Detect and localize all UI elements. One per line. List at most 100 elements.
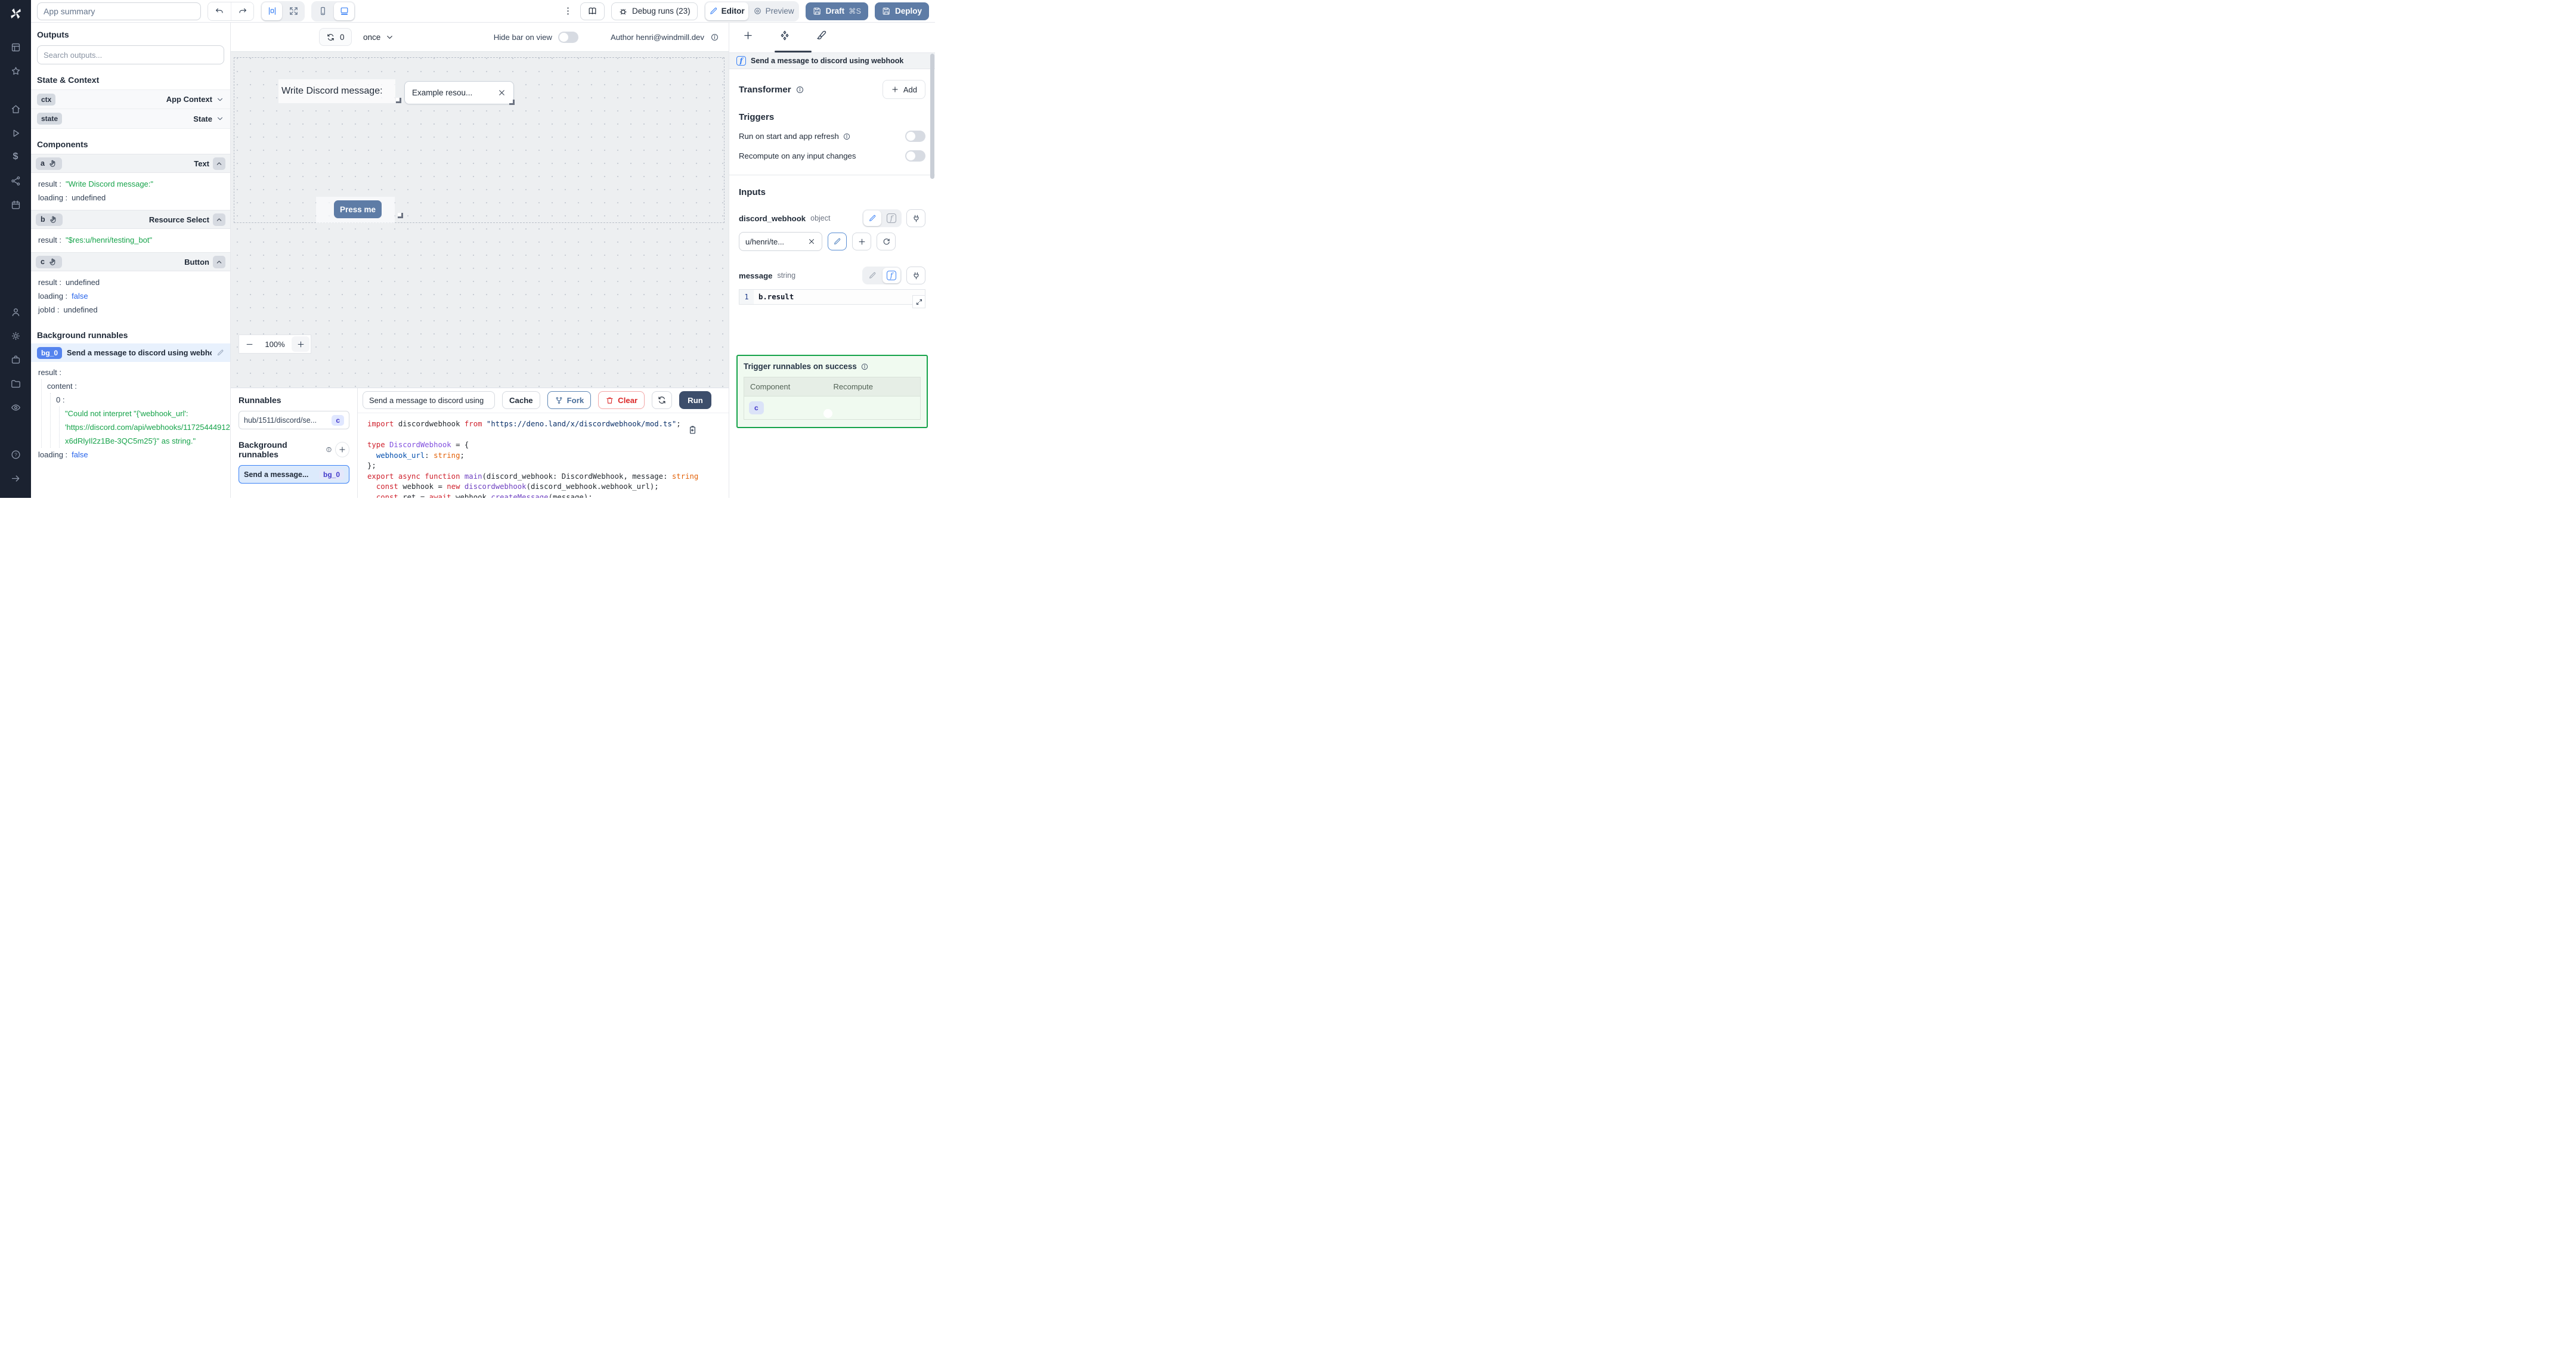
prop-key[interactable]: result [38, 275, 61, 289]
insert-component-tab[interactable] [729, 30, 766, 41]
deploy-button[interactable]: Deploy [874, 2, 929, 20]
info-icon[interactable] [843, 132, 851, 141]
run-button[interactable]: Run [679, 391, 711, 409]
prop-key[interactable]: loading [38, 289, 67, 303]
apps-icon[interactable] [5, 37, 26, 57]
info-icon[interactable] [795, 85, 804, 94]
prop-key[interactable]: result [38, 233, 61, 247]
prop-key[interactable]: result [38, 177, 61, 191]
add-transformer-button[interactable]: Add [882, 80, 925, 99]
code-editor[interactable]: import discordwebhook from "https://deno… [358, 413, 729, 498]
folders-icon[interactable] [5, 373, 26, 394]
hide-bar-toggle[interactable] [558, 31, 578, 43]
clear-x-icon[interactable] [497, 88, 506, 97]
windmill-logo-icon[interactable] [8, 6, 23, 21]
workers-icon[interactable] [5, 349, 26, 370]
fork-button[interactable]: Fork [547, 391, 592, 409]
fullscreen-layout-button[interactable] [283, 2, 304, 20]
search-outputs-input[interactable] [37, 45, 224, 64]
text-component[interactable]: Write Discord message: [278, 79, 401, 103]
prop-key[interactable]: loading [38, 191, 67, 205]
debug-runs-button[interactable]: Debug runs (23) [611, 2, 698, 20]
variables-icon[interactable]: $ [5, 147, 26, 167]
resources-icon[interactable] [5, 171, 26, 191]
prop-key[interactable]: content [47, 379, 77, 393]
component-header-a[interactable]: a Text [31, 154, 230, 173]
resize-handle[interactable] [398, 213, 403, 218]
component-header-b[interactable]: b Resource Select [31, 210, 230, 229]
collapse-arrow-icon[interactable] [5, 468, 26, 488]
app-canvas[interactable]: Write Discord message: Example resou... … [231, 51, 729, 388]
zoom-out-button[interactable] [240, 336, 258, 352]
undo-button[interactable] [208, 2, 231, 20]
zoom-in-button[interactable] [292, 336, 309, 352]
redo-button[interactable] [231, 2, 253, 20]
message-expression-editor[interactable]: 1 b.result [739, 289, 925, 308]
collapse-chevron-up-icon[interactable] [213, 255, 225, 268]
resize-handle[interactable] [509, 100, 515, 105]
pencil-icon[interactable] [216, 349, 224, 357]
center-layout-button[interactable] [262, 2, 282, 20]
run-on-start-toggle[interactable] [905, 131, 925, 142]
settings-gear-icon[interactable] [5, 326, 26, 346]
draft-save-button[interactable]: Draft ⌘S [805, 2, 868, 20]
clear-x-icon[interactable] [807, 237, 816, 246]
eval-mode-button[interactable]: f [883, 268, 900, 283]
resource-select-component[interactable]: Example resou... [404, 81, 515, 105]
info-icon[interactable] [326, 446, 332, 453]
runnable-item-c[interactable]: hub/1511/discord/se... c [239, 411, 349, 429]
background-runnable-row-bg0[interactable]: bg_0 Send a message to discord using web… [31, 343, 230, 362]
runnable-name-input[interactable]: Send a message to discord using [363, 391, 495, 409]
output-row-state[interactable]: state State [31, 109, 230, 129]
eval-mode-button[interactable]: f [883, 210, 900, 226]
schedules-icon[interactable] [5, 194, 26, 215]
users-icon[interactable] [5, 302, 26, 322]
home-icon[interactable] [5, 99, 26, 119]
press-me-button[interactable]: Press me [334, 200, 382, 218]
schedule-mode-select[interactable]: once [363, 28, 394, 46]
reload-resource-button[interactable] [877, 233, 896, 250]
prop-key[interactable]: 0 [56, 393, 64, 407]
prop-key[interactable]: jobId [38, 303, 59, 317]
resource-value-select[interactable]: u/henri/te... [739, 232, 822, 251]
desktop-view-button[interactable] [334, 2, 354, 20]
more-options-kebab-icon[interactable] [562, 2, 574, 20]
refresh-count-button[interactable]: 0 [319, 28, 352, 46]
cache-button[interactable]: Cache [502, 391, 540, 409]
scrollbar-thumb[interactable] [930, 54, 934, 179]
clear-button[interactable]: Clear [598, 391, 645, 409]
expand-editor-button[interactable] [912, 295, 925, 308]
info-icon[interactable] [860, 363, 869, 371]
output-row-ctx[interactable]: ctx App Context [31, 89, 230, 109]
favorites-star-icon[interactable] [5, 61, 26, 81]
static-mode-button[interactable] [863, 268, 881, 283]
edit-resource-button[interactable] [828, 233, 847, 250]
prop-key[interactable]: result [38, 366, 61, 379]
app-summary-input[interactable] [37, 2, 201, 20]
help-icon[interactable]: ? [5, 444, 26, 464]
collapse-chevron-up-icon[interactable] [213, 213, 225, 226]
add-resource-button[interactable] [852, 233, 871, 250]
background-runnable-item-bg0[interactable]: Send a message... bg_0 [239, 465, 349, 484]
mobile-view-button[interactable] [312, 2, 333, 20]
refresh-run-button[interactable] [652, 391, 673, 409]
copy-clipboard-icon[interactable] [688, 425, 698, 435]
styling-tab[interactable] [803, 30, 840, 41]
connect-plug-button[interactable] [906, 267, 925, 284]
audit-logs-eye-icon[interactable] [5, 397, 26, 417]
component-header-c[interactable]: c Button [31, 252, 230, 271]
preview-tab[interactable]: Preview [750, 2, 798, 20]
static-mode-button[interactable] [863, 210, 881, 226]
add-background-runnable-button[interactable] [335, 442, 349, 457]
docs-book-button[interactable] [580, 2, 605, 20]
collapse-chevron-up-icon[interactable] [213, 157, 225, 170]
editor-tab[interactable]: Editor [705, 2, 748, 20]
runs-icon[interactable] [5, 123, 26, 143]
component-settings-tab[interactable] [766, 30, 803, 42]
resize-handle[interactable] [396, 98, 401, 103]
prop-key[interactable]: loading [38, 448, 67, 462]
chevron-down-icon [218, 117, 222, 120]
info-icon[interactable] [710, 33, 719, 42]
connect-plug-button[interactable] [906, 209, 925, 227]
recompute-toggle[interactable] [905, 150, 925, 162]
